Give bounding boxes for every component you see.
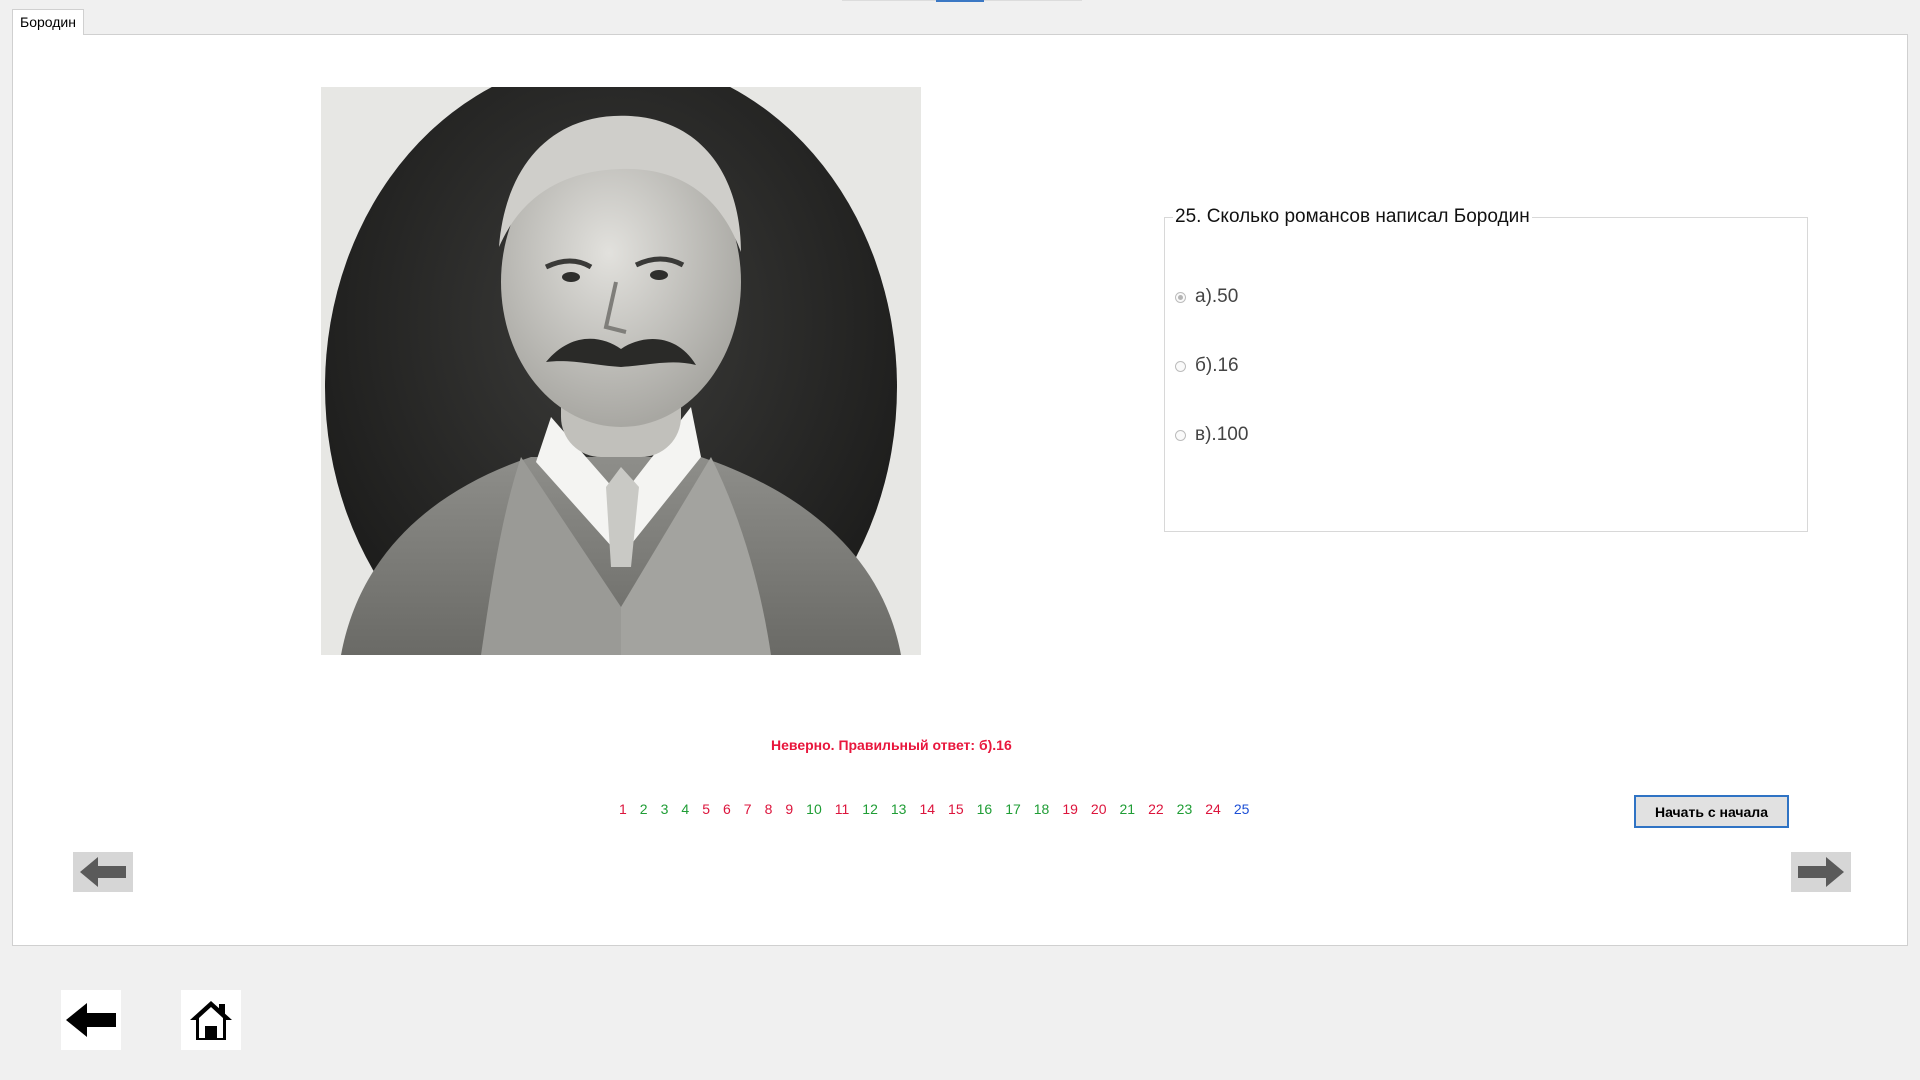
page-number-20[interactable]: 20 (1091, 801, 1107, 817)
home-icon (190, 1001, 232, 1040)
page-number-10[interactable]: 10 (806, 801, 822, 817)
page-number-1[interactable]: 1 (619, 801, 627, 817)
page-number-5[interactable]: 5 (702, 801, 710, 817)
question-title: 25. Сколько романсов написал Бородин (1173, 206, 1532, 228)
page-number-3[interactable]: 3 (661, 801, 669, 817)
page-number-16[interactable]: 16 (977, 801, 993, 817)
question-pagination: 1 2 3 4 5 6 7 8 9 10 11 12 13 14 15 16 17 18 19 20 21 22 23 24 2… (619, 801, 1262, 817)
page-number-18[interactable]: 18 (1034, 801, 1050, 817)
top-scroll-indicator-active (936, 0, 984, 2)
answer-option-a[interactable]: а).50 (1175, 286, 1238, 308)
radio-button-a[interactable] (1175, 291, 1186, 303)
back-button[interactable] (61, 990, 121, 1050)
page-number-9[interactable]: 9 (785, 801, 793, 817)
answer-option-a-label: а).50 (1195, 286, 1239, 307)
arrow-left-icon (80, 857, 126, 887)
prev-question-button[interactable] (73, 852, 133, 892)
answer-option-c[interactable]: в).100 (1175, 424, 1248, 446)
page-number-13[interactable]: 13 (891, 801, 907, 817)
arrow-right-icon (1798, 857, 1844, 887)
home-button[interactable] (181, 990, 241, 1050)
next-question-button[interactable] (1791, 852, 1851, 892)
page-number-23[interactable]: 23 (1177, 801, 1193, 817)
question-group: 25. Сколько романсов написал Бородин а).… (1164, 206, 1808, 532)
answer-option-b[interactable]: б).16 (1175, 355, 1239, 377)
top-scroll-indicator (842, 0, 1082, 2)
radio-button-b[interactable] (1175, 360, 1186, 372)
quiz-panel: 25. Сколько романсов написал Бородин а).… (12, 34, 1908, 946)
page-number-8[interactable]: 8 (765, 801, 773, 817)
page-number-21[interactable]: 21 (1120, 801, 1136, 817)
page-number-11[interactable]: 11 (835, 801, 850, 817)
page-number-25[interactable]: 25 (1234, 801, 1250, 817)
restart-button[interactable]: Начать с начала (1634, 795, 1789, 828)
page-number-15[interactable]: 15 (948, 801, 964, 817)
page-number-6[interactable]: 6 (723, 801, 731, 817)
answer-option-b-label: б).16 (1195, 355, 1239, 376)
page-number-19[interactable]: 19 (1062, 801, 1078, 817)
page-number-7[interactable]: 7 (744, 801, 752, 817)
page-number-12[interactable]: 12 (862, 801, 878, 817)
page-number-4[interactable]: 4 (681, 801, 689, 817)
page-number-17[interactable]: 17 (1005, 801, 1021, 817)
portrait-image (321, 87, 921, 655)
answer-option-c-label: в).100 (1195, 424, 1249, 445)
page-number-22[interactable]: 22 (1148, 801, 1164, 817)
tab-borodin[interactable]: Бородин (12, 9, 84, 35)
page-number-24[interactable]: 24 (1205, 801, 1221, 817)
answer-feedback: Неверно. Правильный ответ: б).16 (771, 737, 1012, 753)
page-number-14[interactable]: 14 (919, 801, 935, 817)
back-arrow-icon (66, 1003, 116, 1037)
page-number-2[interactable]: 2 (640, 801, 648, 817)
radio-button-c[interactable] (1175, 429, 1186, 441)
